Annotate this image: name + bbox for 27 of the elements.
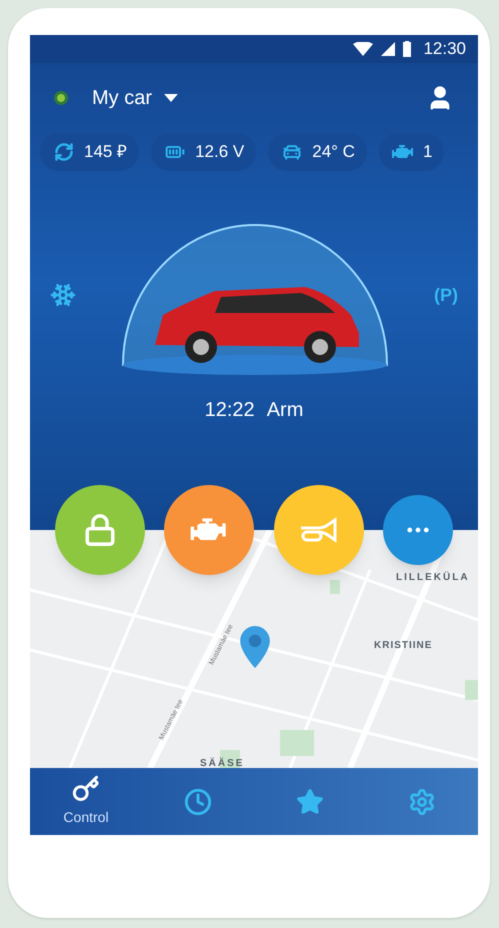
chip-value: 145 ₽ bbox=[84, 141, 128, 164]
signal-icon bbox=[381, 42, 396, 56]
key-icon bbox=[72, 775, 100, 803]
wifi-icon bbox=[353, 42, 374, 56]
caret-icon bbox=[164, 94, 178, 102]
lock-icon bbox=[83, 511, 117, 549]
status-time: 12:30 bbox=[423, 38, 466, 60]
more-icon bbox=[406, 527, 429, 533]
car-selector[interactable]: My car bbox=[92, 83, 178, 113]
chip-value: 1 bbox=[422, 141, 432, 164]
exchange-icon bbox=[52, 142, 76, 162]
battery-icon bbox=[403, 41, 412, 57]
nav-tab[interactable]: Control bbox=[46, 775, 126, 828]
star-icon bbox=[296, 788, 324, 816]
arm-time: 12:22 bbox=[204, 398, 255, 423]
district-label: LILLEKÜLA bbox=[396, 570, 470, 585]
chip-value: 24° C bbox=[312, 141, 355, 164]
chip-value: 12.6 V bbox=[195, 141, 244, 164]
district-label: SÄÄSE bbox=[200, 756, 244, 768]
parking-label[interactable]: (P) bbox=[434, 282, 458, 308]
settings-icon bbox=[408, 788, 436, 816]
arm-status: Arm bbox=[266, 398, 304, 423]
horn-icon bbox=[298, 517, 339, 543]
snowflake-icon[interactable] bbox=[50, 282, 76, 308]
clock-icon bbox=[184, 788, 212, 816]
district-label: KRISTIINE bbox=[374, 639, 432, 653]
location-pin-icon bbox=[240, 626, 270, 668]
